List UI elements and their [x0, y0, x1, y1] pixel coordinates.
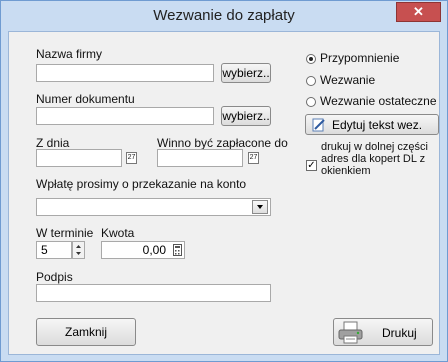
window-title: Wezwanie do zapłaty: [153, 7, 295, 24]
docnum-pick-button[interactable]: wybierz..: [221, 106, 271, 126]
radio-wezwanie-ostateczne-label: Wezwanie ostateczne: [320, 94, 437, 108]
term-field[interactable]: 5: [36, 241, 72, 259]
dialog-body: Nazwa firmy wybierz.. Numer dokumentu wy…: [8, 31, 440, 355]
print-address-label: drukuj w dolnej części adres dla kopert …: [321, 141, 428, 177]
date-calendar-icon[interactable]: 27: [126, 152, 137, 164]
due-calendar-icon[interactable]: 27: [248, 152, 259, 164]
radio-wezwanie[interactable]: [306, 76, 316, 86]
account-select[interactable]: [36, 198, 271, 216]
radio-przypomnienie-label: Przypomnienie: [320, 51, 400, 65]
account-label: Wpłatę prosimy o przekazanie na konto: [36, 177, 247, 191]
company-label: Nazwa firmy: [36, 47, 103, 61]
company-pick-button[interactable]: wybierz..: [221, 63, 271, 83]
radio-wezwanie-label: Wezwanie: [320, 73, 376, 87]
edit-text-button-label: Edytuj tekst wez.: [332, 118, 423, 132]
docnum-field[interactable]: [36, 107, 214, 125]
term-stepper[interactable]: [72, 241, 85, 259]
printer-icon: [338, 321, 363, 344]
due-field[interactable]: [157, 149, 243, 167]
signature-field[interactable]: [36, 284, 271, 302]
title-bar[interactable]: Wezwanie do zapłaty ✕: [1, 1, 447, 31]
close-window-button[interactable]: ✕: [396, 2, 441, 22]
account-dropdown-button[interactable]: [252, 200, 268, 214]
print-button[interactable]: Drukuj: [333, 318, 433, 346]
company-field[interactable]: [36, 64, 214, 82]
print-address-checkbox[interactable]: ✓: [306, 160, 317, 171]
term-label: W terminie: [36, 226, 94, 240]
stepper-arrows-icon: [76, 245, 81, 255]
edit-text-button[interactable]: Edytuj tekst wez.: [305, 114, 439, 135]
radio-przypomnienie[interactable]: [306, 54, 316, 64]
calculator-icon[interactable]: [173, 244, 183, 256]
radio-wezwanie-ostateczne[interactable]: [306, 97, 316, 107]
date-field[interactable]: [36, 149, 122, 167]
date-label: Z dnia: [36, 136, 70, 150]
print-button-label: Drukuj: [382, 326, 417, 340]
docnum-label: Numer dokumentu: [36, 92, 135, 106]
dialog-window: Wezwanie do zapłaty ✕ Nazwa firmy wybier…: [0, 0, 448, 362]
signature-label: Podpis: [36, 270, 73, 284]
chevron-down-icon: [257, 205, 263, 209]
amount-label: Kwota: [101, 226, 135, 240]
close-button[interactable]: Zamknij: [36, 318, 136, 346]
due-label: Winno być zapłacone do: [157, 136, 288, 150]
edit-pencil-icon: [312, 118, 325, 132]
